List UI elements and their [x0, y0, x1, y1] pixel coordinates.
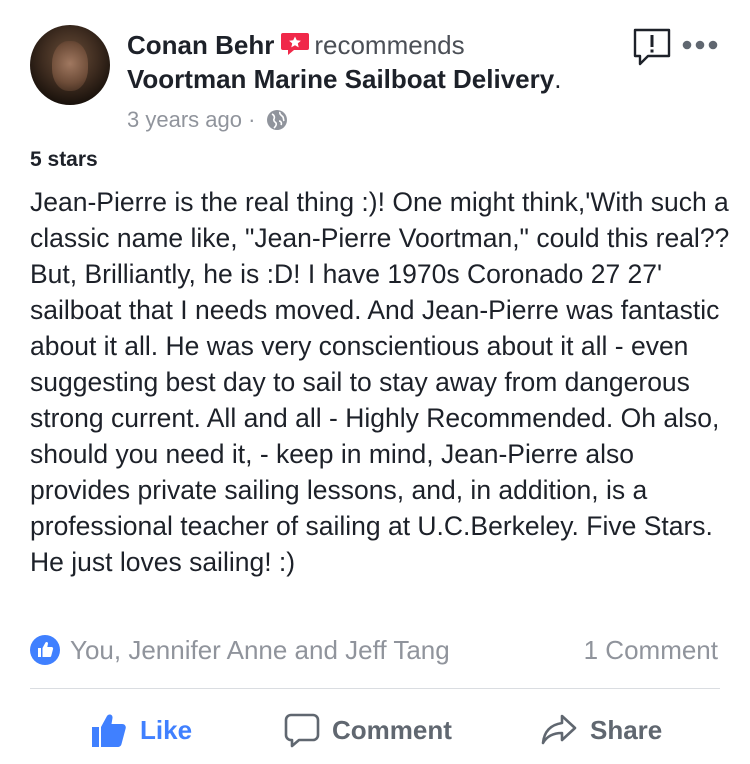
- comment-icon: [284, 713, 320, 748]
- avatar[interactable]: [30, 25, 110, 105]
- like-reaction-icon: [30, 635, 60, 665]
- action-bar: Like Comment Share: [30, 700, 720, 760]
- share-icon: [541, 714, 577, 745]
- comment-label: Comment: [332, 714, 452, 745]
- divider: [30, 688, 720, 689]
- report-icon[interactable]: [632, 28, 672, 66]
- more-options-icon[interactable]: [681, 38, 719, 52]
- recommendation-post: Conan Behr recommends Voortman Marine Sai…: [0, 0, 750, 764]
- post-text: Jean-Pierre is the real thing :)! One mi…: [30, 187, 730, 577]
- like-label: Like: [140, 714, 193, 745]
- post-meta: 3 years ago ·: [127, 106, 627, 138]
- reactors-names[interactable]: You, Jennifer Anne and Jeff Tang: [70, 633, 450, 667]
- timestamp[interactable]: 3 years ago: [127, 107, 242, 132]
- rating-label: 5 stars: [30, 148, 98, 171]
- share-button[interactable]: Share: [540, 710, 662, 750]
- like-button[interactable]: Like: [90, 710, 192, 750]
- share-label: Share: [590, 714, 663, 745]
- post-header: Conan Behr recommends Voortman Marine Sai…: [127, 28, 627, 138]
- page-name-link[interactable]: Voortman Marine Sailboat Delivery: [127, 64, 554, 94]
- meta-separator: ·: [241, 107, 262, 132]
- author-name[interactable]: Conan Behr: [127, 30, 274, 60]
- globe-icon: [266, 109, 288, 138]
- recommends-verb: recommends: [314, 30, 465, 60]
- comment-button[interactable]: Comment: [284, 710, 452, 750]
- header-line: Conan Behr recommends: [127, 28, 627, 62]
- recommendation-icon: [280, 32, 310, 56]
- comment-count[interactable]: 1 Comment: [584, 633, 718, 667]
- avatar-face: [52, 41, 88, 91]
- page-name-line: Voortman Marine Sailboat Delivery.: [127, 62, 627, 96]
- page-name-period: .: [554, 64, 562, 94]
- reactions-bar: You, Jennifer Anne and Jeff Tang 1 Comme…: [30, 633, 720, 667]
- thumbs-up-icon: [92, 714, 126, 747]
